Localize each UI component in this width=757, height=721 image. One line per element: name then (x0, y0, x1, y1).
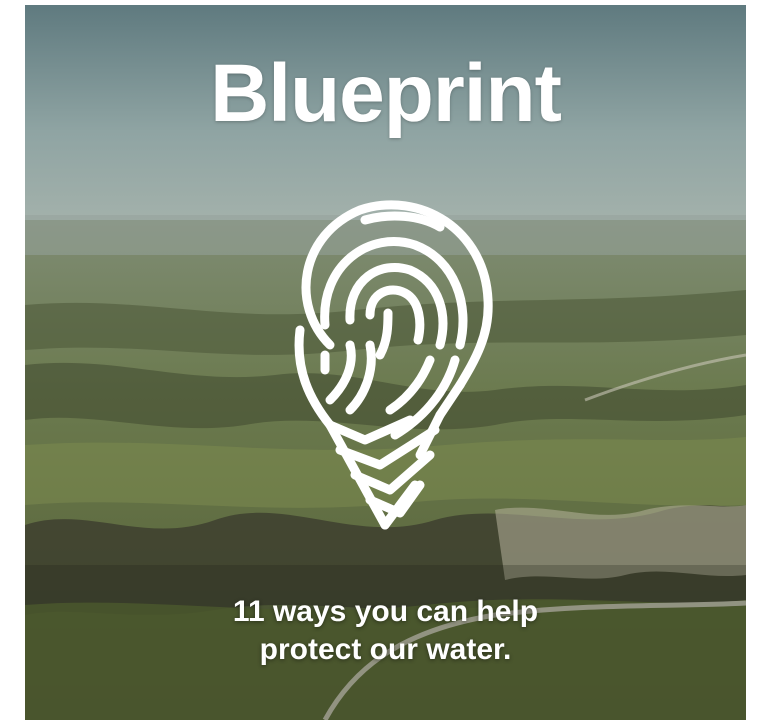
brand-title: Blueprint (210, 48, 562, 139)
fingerprint-location-pin-icon (294, 200, 493, 530)
promo-card: Blueprint 11 ways you can help protect o… (25, 5, 746, 720)
tagline-line-2: protect our water. (259, 633, 512, 666)
tagline: 11 ways you can help protect our water. (25, 593, 746, 669)
tagline-line-1: 11 ways you can help (232, 595, 539, 628)
